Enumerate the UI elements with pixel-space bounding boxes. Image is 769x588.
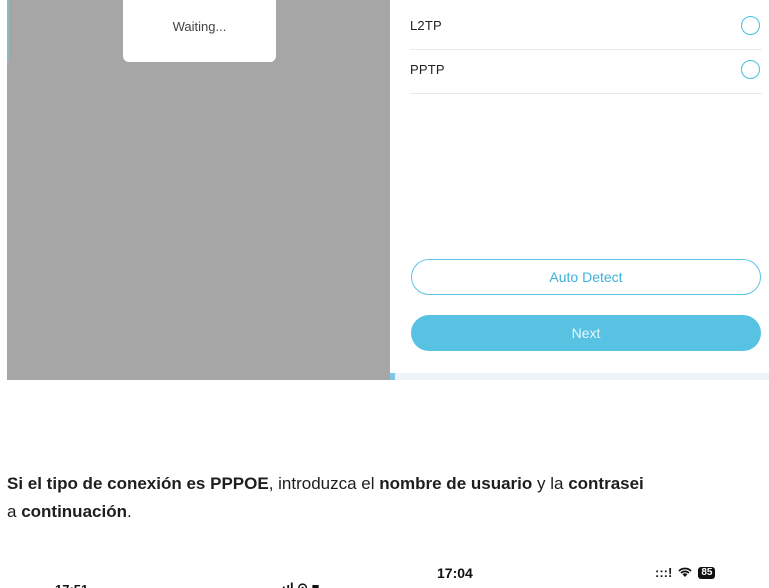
bottom-bar-mark	[390, 373, 395, 380]
text-segment: y la	[532, 474, 569, 493]
status-time-left: 17:51	[55, 582, 88, 588]
bottom-bar	[390, 373, 769, 380]
bold-password: contrasei	[568, 474, 644, 493]
text-segment: .	[126, 502, 132, 521]
auto-detect-button[interactable]: Auto Detect	[411, 259, 761, 295]
screen-edge-accent	[7, 0, 9, 62]
waiting-text: Waiting...	[172, 18, 227, 34]
option-row-l2tp[interactable]: L2TP	[410, 2, 762, 50]
status-time: 17:04	[437, 565, 473, 581]
status-icons-left: ·ıl ⊙ ■	[282, 580, 320, 588]
next-label: Next	[571, 325, 601, 341]
option-label-pptp: PPTP	[410, 62, 445, 77]
bold-connection-type: Si el tipo de conexión es PPPOE	[7, 474, 269, 493]
instruction-paragraph: Si el tipo de conexión es PPPOE, introdu…	[7, 470, 769, 526]
next-button[interactable]: Next	[411, 315, 761, 351]
auto-detect-label: Auto Detect	[549, 269, 623, 285]
waiting-dialog: Waiting...	[123, 0, 276, 62]
option-row-pptp[interactable]: PPTP	[410, 46, 762, 94]
text-segment: a	[7, 502, 22, 521]
instruction-line-1: Si el tipo de conexión es PPPOE, introdu…	[7, 470, 769, 498]
battery-icon: 85	[698, 566, 716, 579]
text-segment: , introduzca el	[268, 474, 380, 493]
bold-continuation: continuación	[21, 502, 127, 521]
radio-l2tp[interactable]	[741, 16, 760, 35]
radio-pptp[interactable]	[741, 60, 760, 79]
right-phone-screen: L2TP PPTP Auto Detect Next	[390, 0, 769, 380]
option-label-l2tp: L2TP	[410, 18, 442, 33]
left-phone-screen: Waiting...	[7, 0, 390, 380]
status-icons: :::! 85	[655, 565, 716, 580]
signal-icon: :::!	[655, 565, 673, 580]
wifi-icon	[678, 567, 692, 577]
instruction-line-2: a continuación.	[7, 498, 769, 526]
bold-username: nombre de usuario	[379, 474, 533, 493]
